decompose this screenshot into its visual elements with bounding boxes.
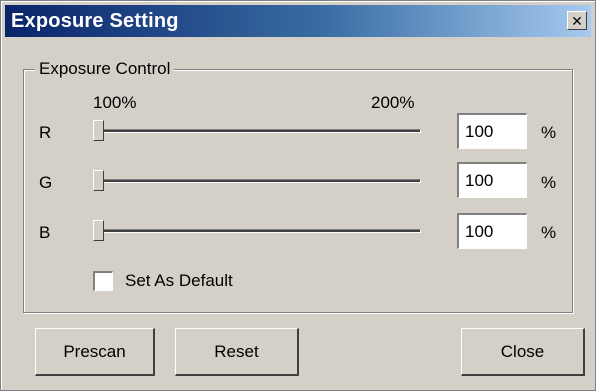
close-button[interactable]: Close <box>461 328 585 376</box>
window-title: Exposure Setting <box>11 10 179 32</box>
scale-min-label: 100% <box>93 93 137 112</box>
scale-max-label: 200% <box>371 93 415 112</box>
close-icon: ✕ <box>571 12 583 29</box>
slider-g-label: G <box>39 173 53 192</box>
set-as-default-checkbox[interactable] <box>93 271 113 291</box>
slider-g-unit: % <box>541 173 557 192</box>
slider-g-value-field[interactable]: 100 <box>457 162 527 198</box>
set-as-default-label[interactable]: Set As Default <box>125 271 233 291</box>
slider-b-track[interactable] <box>95 229 421 233</box>
slider-r-label: R <box>39 123 52 142</box>
close-window-button[interactable]: ✕ <box>567 11 587 30</box>
prescan-button[interactable]: Prescan <box>35 328 155 376</box>
slider-r-track[interactable] <box>95 129 421 133</box>
slider-r-thumb[interactable] <box>93 120 104 141</box>
slider-b-unit: % <box>541 223 557 242</box>
reset-button[interactable]: Reset <box>175 328 299 376</box>
slider-r-value-field[interactable]: 100 <box>457 113 527 149</box>
slider-g-thumb[interactable] <box>93 170 104 191</box>
slider-b-value-field[interactable]: 100 <box>457 213 527 249</box>
slider-b-label: B <box>39 223 51 242</box>
slider-r-unit: % <box>541 123 557 142</box>
group-label: Exposure Control <box>35 59 175 79</box>
slider-g-track[interactable] <box>95 179 421 183</box>
slider-b-thumb[interactable] <box>93 220 104 241</box>
exposure-setting-dialog: Exposure Setting ✕ Exposure Control 100%… <box>0 0 596 391</box>
title-bar[interactable]: Exposure Setting ✕ <box>5 5 591 37</box>
